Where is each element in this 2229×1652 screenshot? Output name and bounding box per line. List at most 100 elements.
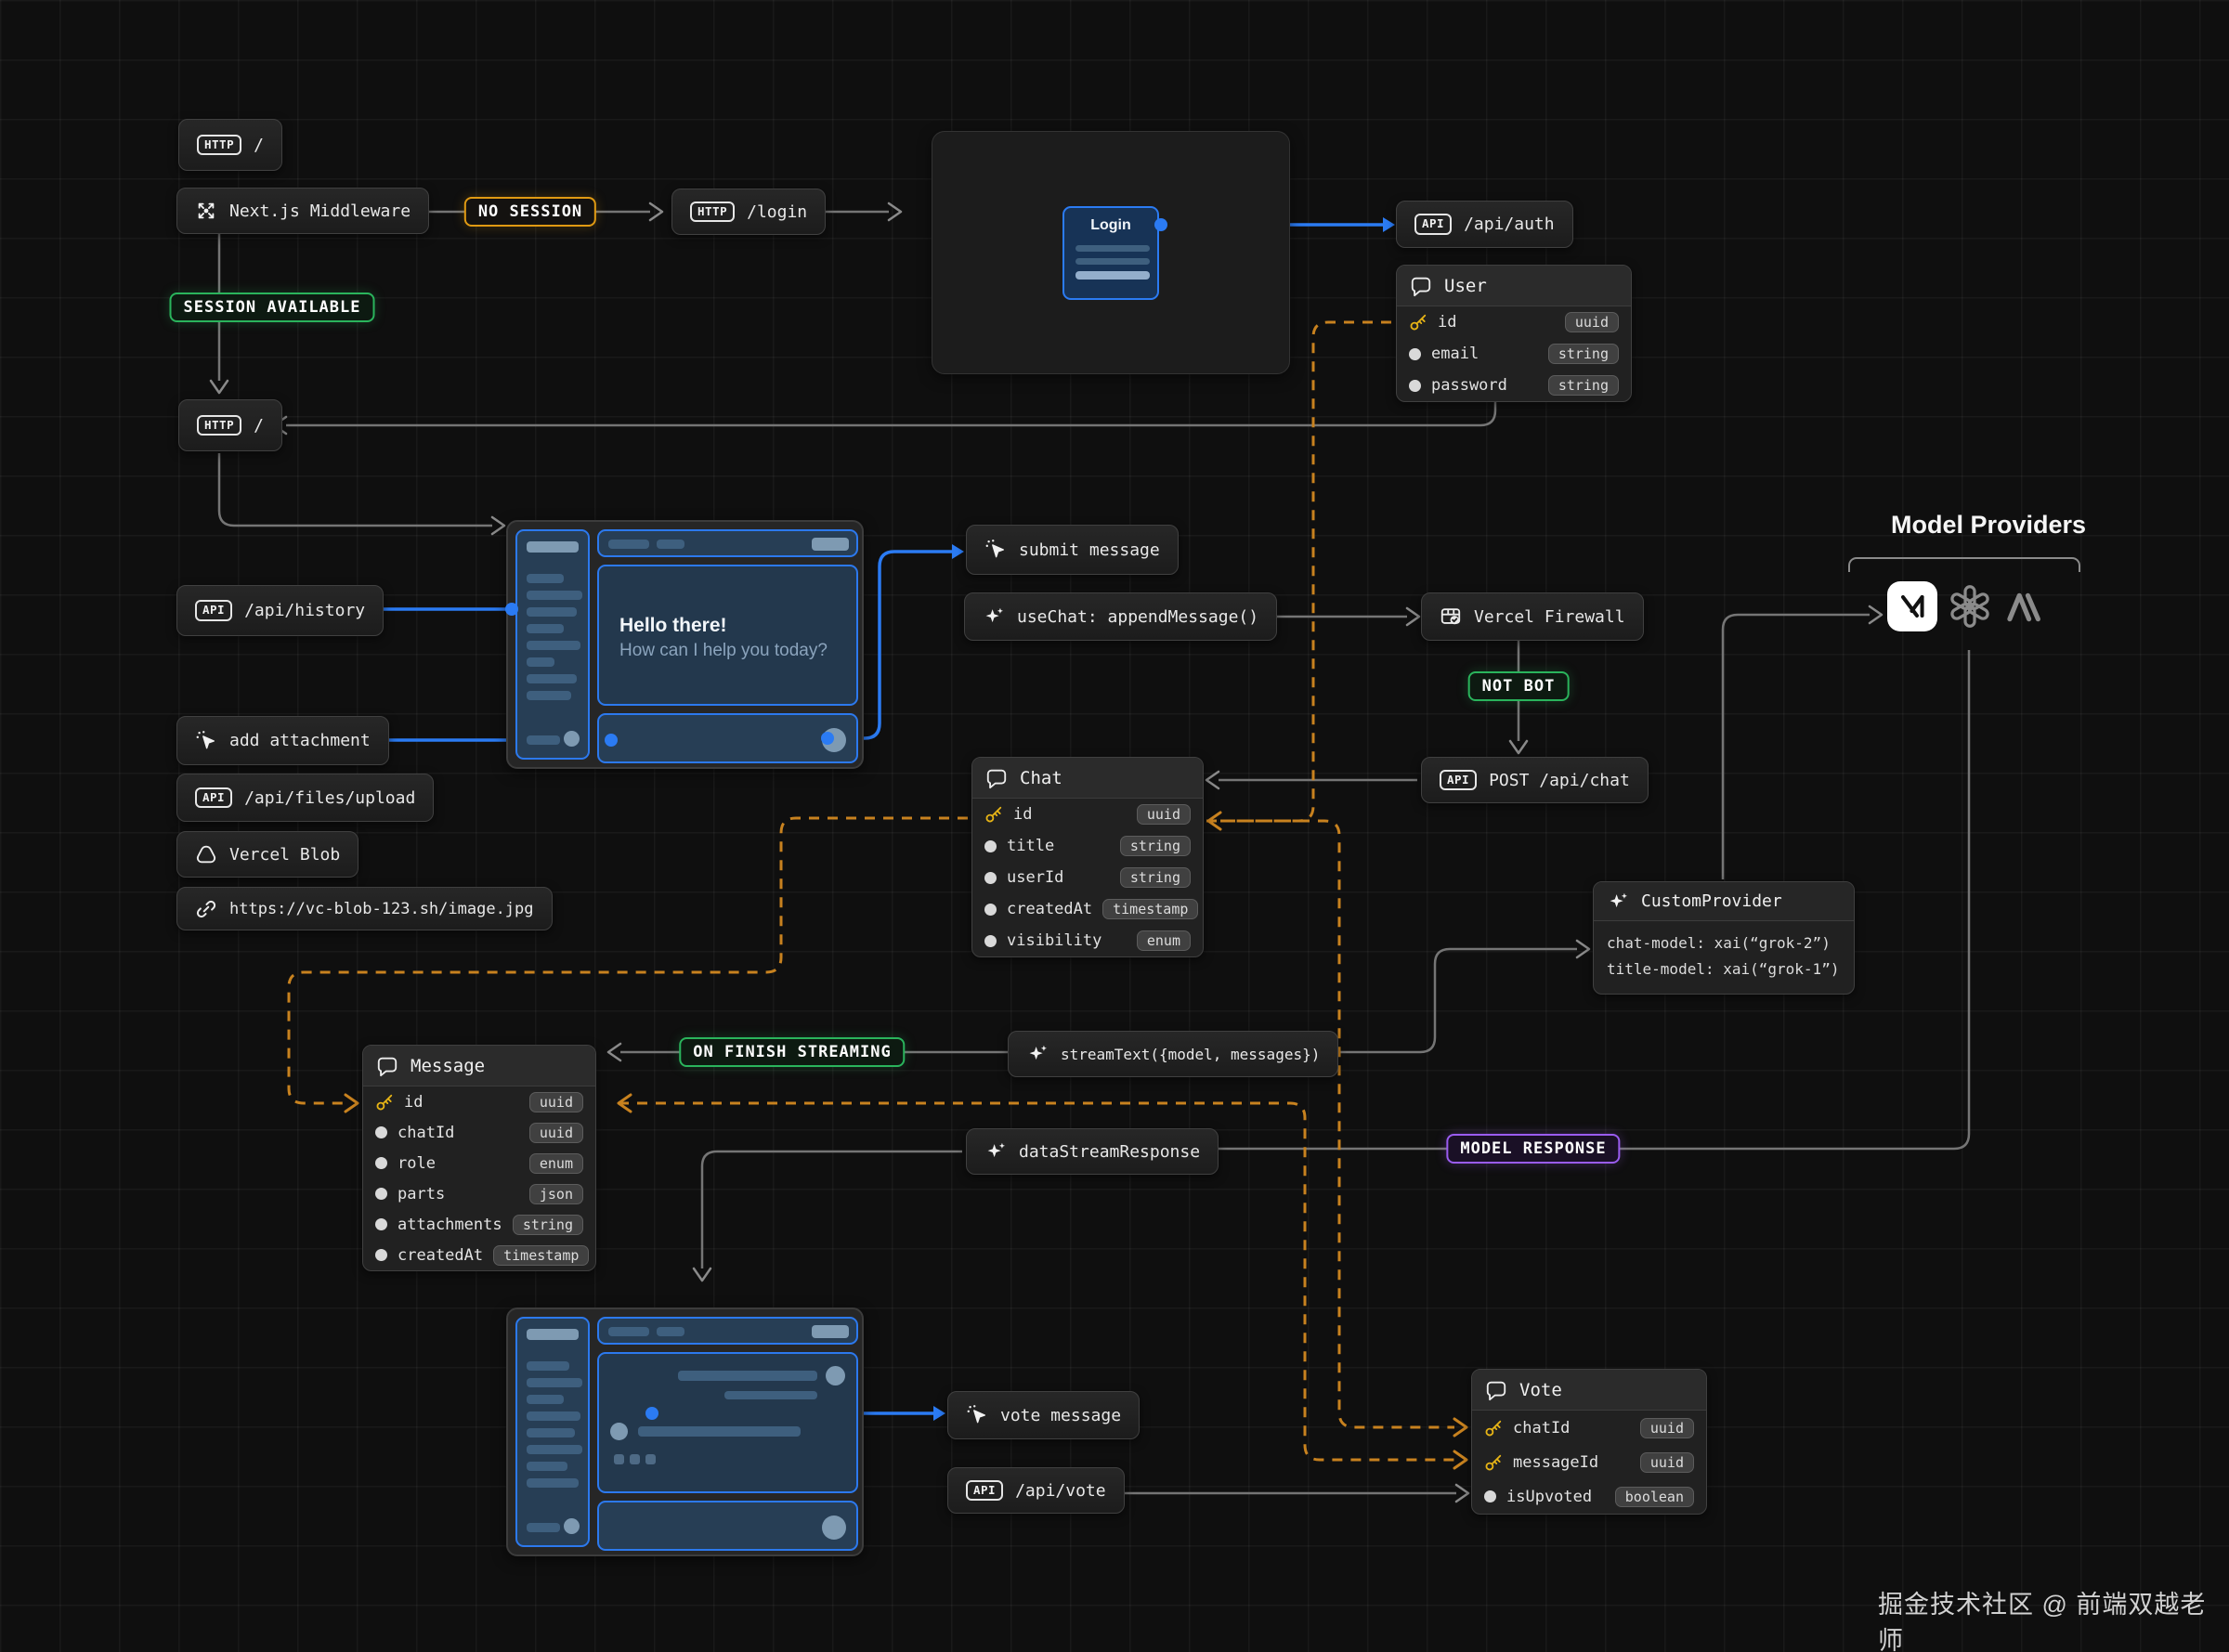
field-dot-icon — [375, 1188, 387, 1200]
field-type: uuid — [529, 1092, 583, 1112]
api-badge: API — [966, 1480, 1003, 1501]
chat-ui-mockup-2 — [506, 1307, 864, 1556]
table-row: title string — [972, 830, 1203, 862]
chat-ui-mockup: Hello there! How can I help you today? — [506, 520, 864, 769]
skeleton-chip — [812, 538, 849, 551]
openai-icon — [1947, 583, 1993, 630]
skeleton-bar — [527, 1395, 564, 1404]
field-name: chatId — [398, 1124, 454, 1142]
middleware-icon — [195, 200, 217, 222]
user-message-skeleton — [678, 1371, 817, 1381]
node-vote-message: vote message — [947, 1391, 1140, 1439]
field-dot-icon — [375, 1218, 387, 1230]
node-label: Vercel Blob — [229, 845, 340, 865]
node-label: add attachment — [229, 731, 371, 750]
login-form: Login — [1062, 206, 1159, 300]
skeleton-bar — [657, 540, 684, 549]
api-badge: API — [195, 787, 232, 808]
node-label: vote message — [1000, 1406, 1121, 1425]
node-use-chat: useChat: appendMessage() — [964, 592, 1277, 641]
skeleton-bar — [527, 1478, 579, 1488]
topbar-skeleton — [597, 1317, 858, 1345]
node-vercel-blob: Vercel Blob — [176, 831, 358, 878]
field-name: id — [1438, 313, 1456, 332]
greeting-title: Hello there! — [619, 615, 828, 637]
field-dot-icon — [1484, 1490, 1496, 1502]
sparkles-icon — [983, 605, 1005, 628]
entity-icon — [985, 767, 1008, 789]
node-label: useChat: appendMessage() — [1017, 607, 1258, 627]
skeleton-bar — [527, 674, 577, 683]
api-badge: API — [1414, 214, 1452, 234]
node-label: / — [254, 136, 264, 155]
architecture-diagram: HTTP / Next.js Middleware NO SESSION HTT… — [0, 0, 2229, 1652]
button-skeleton — [1075, 271, 1150, 280]
sparkles-icon — [1026, 1043, 1049, 1065]
greeting-subtitle: How can I help you today? — [619, 641, 828, 661]
sidebar-skeleton — [515, 1317, 590, 1547]
skeleton-bar — [657, 1327, 684, 1336]
field-name: visibility — [1007, 931, 1101, 950]
node-http-root: HTTP / — [178, 119, 282, 171]
custom-provider-box: CustomProvider chat-model: xai(“grok-2”)… — [1593, 881, 1855, 995]
field-dot-icon — [375, 1157, 387, 1169]
node-middleware: Next.js Middleware — [176, 188, 429, 234]
field-name: attachments — [398, 1216, 502, 1234]
message-table: Message id uuid chatId uuid role enum pa… — [362, 1045, 596, 1271]
key-icon — [1409, 313, 1427, 332]
table-title: User — [1444, 276, 1487, 296]
skeleton-bar — [527, 735, 560, 745]
message-input-skeleton — [597, 713, 858, 763]
field-name: password — [1431, 376, 1507, 395]
sparkles-icon — [1607, 891, 1629, 913]
field-type: json — [529, 1184, 583, 1204]
node-login-route: HTTP /login — [671, 189, 826, 235]
table-row: messageId uuid — [1472, 1445, 1706, 1479]
table-row: role enum — [363, 1148, 595, 1178]
table-row: isUpvoted boolean — [1472, 1479, 1706, 1514]
watermark: 掘金技术社区 @ 前端双越老师 — [1878, 1584, 2229, 1652]
table-title: Chat — [1020, 768, 1062, 788]
field-dot-icon — [375, 1249, 387, 1261]
message-action-icon — [630, 1454, 640, 1464]
field-type: timestamp — [493, 1245, 589, 1266]
field-dot-icon — [1409, 380, 1421, 392]
table-row: visibility enum — [972, 925, 1203, 956]
field-type: uuid — [529, 1123, 583, 1143]
node-label: submit message — [1019, 540, 1160, 560]
node-label: https://vc-blob-123.sh/image.jpg — [229, 900, 534, 918]
table-row: email string — [1397, 338, 1631, 370]
not-bot-badge: NOT BOT — [1468, 671, 1570, 701]
skeleton-bar — [527, 541, 579, 553]
skeleton-bar — [527, 574, 564, 583]
skeleton-bar — [527, 1329, 579, 1340]
field-name: parts — [398, 1185, 445, 1203]
node-label: / — [254, 416, 264, 436]
field-name: chatId — [1513, 1419, 1570, 1437]
topbar-skeleton — [597, 529, 858, 557]
field-type: timestamp — [1102, 899, 1198, 919]
table-row: userId string — [972, 862, 1203, 893]
node-post-api-chat: API POST /api/chat — [1421, 757, 1649, 803]
skeleton-bar — [527, 641, 580, 650]
input-skeleton — [1075, 245, 1150, 252]
node-label: /api/history — [244, 601, 365, 620]
model-response-badge: MODEL RESPONSE — [1446, 1134, 1620, 1164]
skeleton-bar — [608, 1327, 649, 1336]
field-name: email — [1431, 345, 1479, 363]
node-data-stream-response: dataStreamResponse — [966, 1128, 1219, 1175]
avatar — [826, 1366, 845, 1385]
key-icon — [984, 805, 1003, 824]
skeleton-bar — [527, 691, 571, 700]
table-row: password string — [1397, 370, 1631, 401]
node-label: streamText({model, messages}) — [1061, 1046, 1320, 1063]
no-session-badge: NO SESSION — [464, 197, 596, 227]
table-row: parts json — [363, 1178, 595, 1209]
node-api-history: API /api/history — [176, 585, 384, 636]
table-row: attachments string — [363, 1209, 595, 1240]
http-badge: HTTP — [197, 415, 241, 436]
message-action-icon — [614, 1454, 624, 1464]
greeting-area: Hello there! How can I help you today? — [597, 565, 858, 706]
skeleton-bar — [527, 1411, 580, 1421]
skeleton-bar — [527, 1523, 560, 1532]
